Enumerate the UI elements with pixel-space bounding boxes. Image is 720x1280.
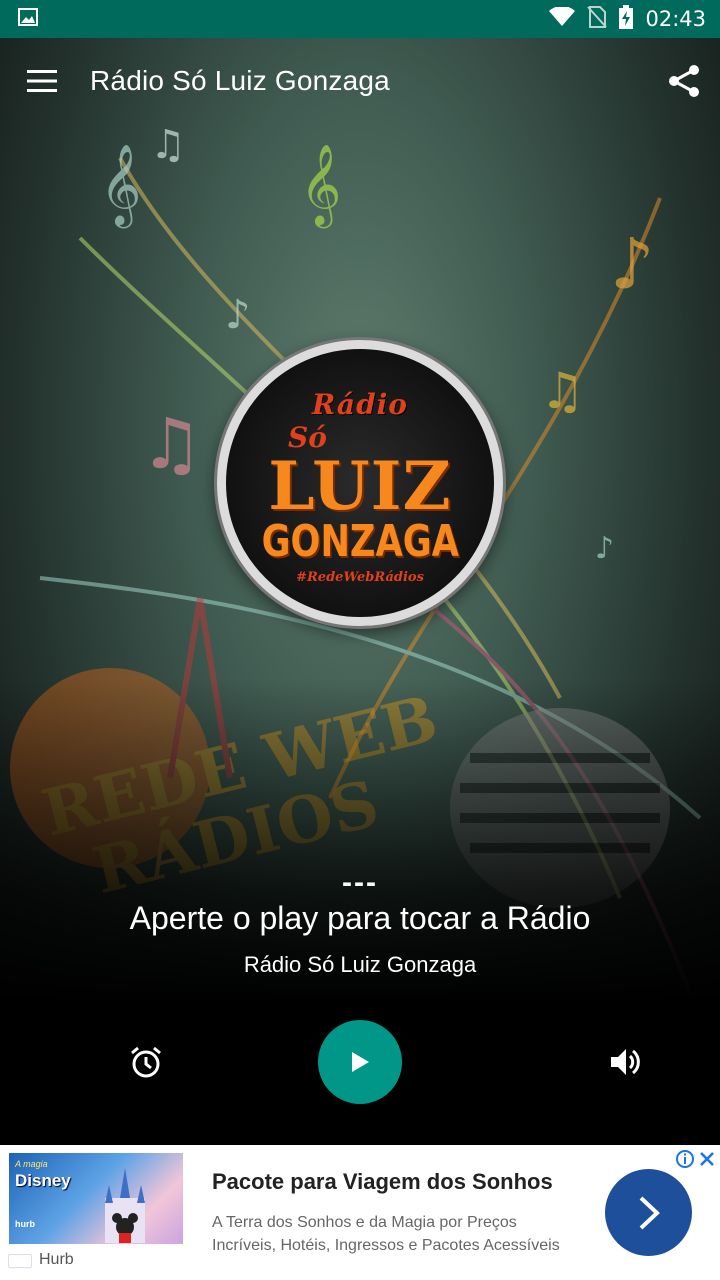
ad-cta-button[interactable] <box>605 1169 692 1256</box>
svg-text:♪: ♪ <box>610 223 655 305</box>
wifi-icon <box>549 5 576 32</box>
logo-line-luiz: LUIZ <box>268 446 452 525</box>
track-message: Aperte o play para tocar a Rádio <box>129 900 591 936</box>
ad-close-button[interactable] <box>697 1149 717 1169</box>
logo-tag: #RedeWebRádios <box>296 569 424 585</box>
app-title: Rádio Só Luiz Gonzaga <box>90 65 390 96</box>
svg-text:𝄞: 𝄞 <box>100 143 141 228</box>
svg-text:♫: ♫ <box>540 362 585 420</box>
alarm-button[interactable] <box>124 1040 168 1084</box>
no-sim-icon <box>587 5 608 33</box>
svg-text:♫: ♫ <box>150 122 186 168</box>
volume-icon <box>611 1049 640 1075</box>
station-logo: Rádio Só LUIZ GONZAGA #RedeWebRádios <box>217 340 503 626</box>
track-status-dash: --- <box>342 866 378 899</box>
status-right: 02:43 <box>549 4 706 34</box>
svg-text:♫: ♫ <box>140 403 203 485</box>
ad-headline[interactable]: Pacote para Viagem dos Sonhos <box>212 1169 553 1195</box>
ad-source-logo <box>8 1254 32 1268</box>
alarm-icon <box>131 1046 161 1078</box>
ad-banner[interactable]: A magia Disney hurb Hurb Pacote para Via… <box>0 1145 720 1280</box>
share-icon <box>669 65 699 97</box>
menu-icon <box>27 70 57 92</box>
ad-image-main-text: Disney <box>15 1171 71 1190</box>
app-bar: Rádio Só Luiz Gonzaga <box>0 38 720 124</box>
share-button[interactable] <box>662 59 706 103</box>
svg-text:♪: ♪ <box>595 531 614 566</box>
svg-text:♪: ♪ <box>225 292 251 338</box>
ad-image[interactable]: A magia Disney hurb <box>9 1153 183 1244</box>
play-icon <box>352 1052 369 1072</box>
status-time: 02:43 <box>645 7 706 31</box>
logo-line-gonzaga: GONZAGA <box>261 515 459 567</box>
ad-source[interactable]: Hurb <box>39 1251 74 1269</box>
ad-info-button[interactable] <box>675 1149 695 1169</box>
battery-charging-icon <box>619 4 634 34</box>
ad-body: A Terra dos Sonhos e da Magia por Preços… <box>212 1214 560 1254</box>
castle-illustration <box>105 1168 145 1243</box>
track-station: Rádio Só Luiz Gonzaga <box>243 952 477 977</box>
chevron-right-icon <box>639 1196 660 1229</box>
menu-button[interactable] <box>0 38 84 124</box>
play-button[interactable] <box>318 1020 402 1104</box>
image-icon <box>18 7 38 32</box>
volume-button[interactable] <box>604 1040 648 1084</box>
info-icon <box>676 1150 694 1168</box>
ad-image-small-text: A magia <box>15 1159 48 1169</box>
status-bar: 02:43 <box>0 0 720 38</box>
player-stage: 𝄞 𝄞 ♫ ♪ ♫ ♫ ♪ ♪ REDE WEB RÁDIOS <box>0 38 720 1145</box>
ad-image-brand: hurb <box>15 1219 35 1229</box>
svg-text:𝄞: 𝄞 <box>300 143 341 228</box>
logo-line-radio: Rádio <box>312 387 408 421</box>
close-icon <box>700 1152 714 1166</box>
